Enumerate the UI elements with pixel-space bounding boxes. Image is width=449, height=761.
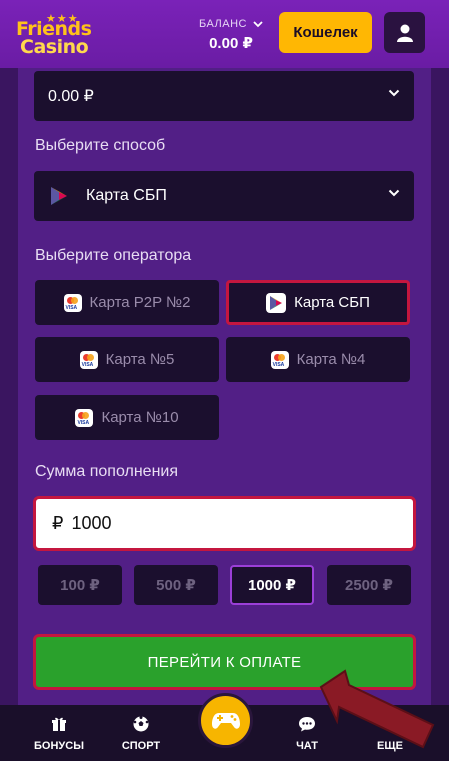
- wallet-button[interactable]: Кошелек: [279, 12, 372, 53]
- chevron-down-icon: [253, 20, 263, 27]
- method-select[interactable]: Карта СБП: [34, 171, 414, 221]
- user-icon: [396, 24, 413, 42]
- operator-card-10[interactable]: VISA Карта №10: [35, 395, 219, 440]
- nav-bonuses-label: БОНУСЫ: [34, 740, 84, 752]
- operator-card-5[interactable]: VISA Карта №5: [35, 337, 219, 382]
- chevron-down-icon: [388, 189, 400, 197]
- operator-label-text: Карта №10: [101, 409, 179, 426]
- operator-p2p-2[interactable]: VISA Карта P2P №2: [35, 280, 219, 325]
- currency-select[interactable]: 0.00 ₽: [34, 71, 414, 121]
- nav-chat-label: ЧАТ: [296, 740, 318, 752]
- card-icon: VISA: [79, 350, 98, 369]
- gamepad-icon: [211, 712, 240, 729]
- preset-100[interactable]: 100 ₽: [38, 565, 122, 605]
- logo[interactable]: ★★★ Friends Casino: [16, 12, 96, 58]
- amount-value: 1000: [71, 513, 112, 533]
- method-label: Выберите способ: [35, 137, 166, 154]
- soccer-ball-icon: [133, 716, 149, 732]
- operator-sbp[interactable]: Карта СБП: [226, 280, 410, 325]
- deposit-panel: [18, 60, 431, 720]
- sbp-icon: [266, 292, 287, 313]
- nav-sport[interactable]: СПОРТ: [106, 713, 176, 752]
- header: ★★★ Friends Casino БАЛАНС 0.00 ₽ Кошелек: [0, 0, 449, 68]
- currency-select-value: 0.00 ₽: [48, 88, 94, 105]
- games-button[interactable]: [198, 693, 253, 748]
- balance-label: БАЛАНС: [199, 18, 247, 30]
- chat-bubble-icon: [299, 717, 315, 732]
- operator-label: Выберите оператора: [35, 247, 192, 264]
- amount-label: Сумма пополнения: [35, 463, 178, 480]
- nav-sport-label: СПОРТ: [121, 740, 161, 752]
- operator-label-text: Карта P2P №2: [89, 294, 191, 311]
- card-icon: VISA: [63, 293, 82, 312]
- gift-icon: [52, 717, 66, 731]
- sbp-icon: [48, 185, 70, 207]
- nav-bonuses[interactable]: БОНУСЫ: [24, 713, 94, 752]
- nav-more[interactable]: ЕЩЕ: [355, 719, 425, 752]
- balance-dropdown[interactable]: БАЛАНС 0.00 ₽: [196, 18, 266, 52]
- preset-500[interactable]: 500 ₽: [134, 565, 218, 605]
- currency-symbol: ₽: [52, 513, 64, 533]
- profile-button[interactable]: [384, 12, 425, 53]
- balance-value: 0.00 ₽: [209, 35, 253, 52]
- nav-chat[interactable]: ЧАТ: [272, 713, 342, 752]
- operator-label-text: Карта СБП: [294, 294, 370, 311]
- operator-card-4[interactable]: VISA Карта №4: [226, 337, 410, 382]
- card-icon: VISA: [75, 408, 94, 427]
- method-select-value: Карта СБП: [86, 187, 167, 204]
- card-icon: VISA: [270, 350, 289, 369]
- pay-button[interactable]: ПЕРЕЙТИ К ОПЛАТЕ: [33, 634, 416, 690]
- chevron-down-icon: [388, 89, 400, 97]
- preset-2500[interactable]: 2500 ₽: [327, 565, 411, 605]
- operator-label-text: Карта №5: [105, 351, 175, 368]
- amount-input[interactable]: ₽ 1000: [33, 496, 416, 551]
- logo-text-line2: Casino: [20, 36, 89, 58]
- nav-more-label: ЕЩЕ: [377, 740, 403, 752]
- operator-label-text: Карта №4: [296, 351, 366, 368]
- preset-1000[interactable]: 1000 ₽: [230, 565, 314, 605]
